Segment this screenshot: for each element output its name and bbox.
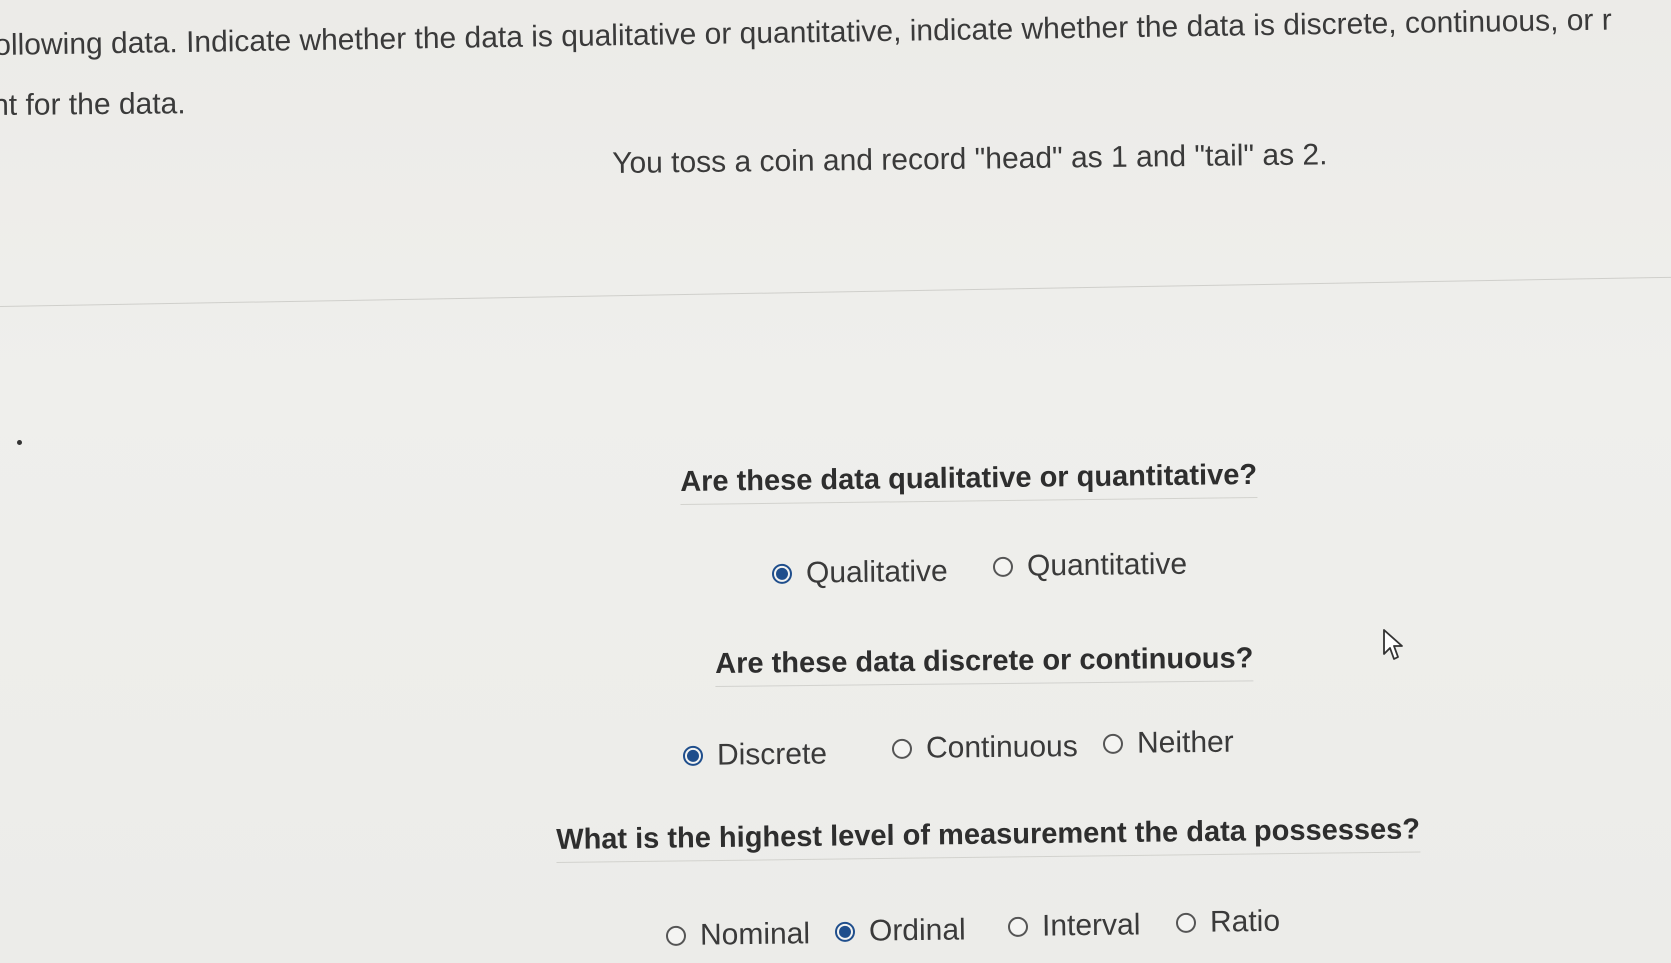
option-neither[interactable]: Neither (1102, 725, 1234, 762)
option-ratio[interactable]: Ratio (1175, 904, 1281, 941)
option-ratio-label: Ratio (1209, 904, 1281, 939)
radio-interval[interactable] (1007, 916, 1029, 937)
option-neither-label: Neither (1136, 725, 1234, 760)
mouse-pointer-icon (1383, 629, 1403, 660)
scenario-prompt: You toss a coin and record "head" as 1 a… (612, 138, 1328, 180)
option-quantitative-label: Quantitative (1026, 547, 1188, 583)
radio-discrete[interactable] (682, 745, 704, 766)
radio-ordinal[interactable] (834, 921, 856, 942)
stray-dot (17, 440, 22, 445)
radio-qualitative[interactable] (771, 563, 793, 584)
option-discrete[interactable]: Discrete (682, 736, 828, 774)
question-qualitative-quantitative: Are these data qualitative or quantitati… (680, 456, 1258, 505)
option-interval[interactable]: Interval (1007, 907, 1141, 945)
option-quantitative[interactable]: Quantitative (992, 547, 1188, 585)
instructions-line-1: ollowing data. Indicate whether the data… (0, 3, 1612, 62)
radio-quantitative[interactable] (992, 556, 1014, 577)
quiz-page: ollowing data. Indicate whether the data… (0, 0, 1671, 963)
question-level-of-measurement: What is the highest level of measurement… (556, 811, 1421, 863)
option-qualitative[interactable]: Qualitative (771, 554, 948, 592)
option-continuous[interactable]: Continuous (891, 729, 1078, 767)
option-nominal[interactable]: Nominal (665, 916, 811, 954)
instructions-line-2: nt for the data. (0, 87, 186, 122)
question-discrete-continuous: Are these data discrete or continuous? (715, 640, 1254, 687)
radio-ratio[interactable] (1175, 912, 1197, 933)
radio-neither[interactable] (1102, 733, 1124, 754)
option-continuous-label: Continuous (925, 730, 1078, 765)
option-interval-label: Interval (1041, 908, 1141, 943)
option-nominal-label: Nominal (699, 917, 811, 952)
section-divider (0, 276, 1671, 307)
radio-continuous[interactable] (891, 738, 913, 759)
option-ordinal[interactable]: Ordinal (834, 912, 966, 950)
option-ordinal-label: Ordinal (868, 913, 966, 948)
radio-nominal[interactable] (665, 925, 687, 946)
option-qualitative-label: Qualitative (805, 554, 948, 590)
option-discrete-label: Discrete (716, 737, 828, 772)
